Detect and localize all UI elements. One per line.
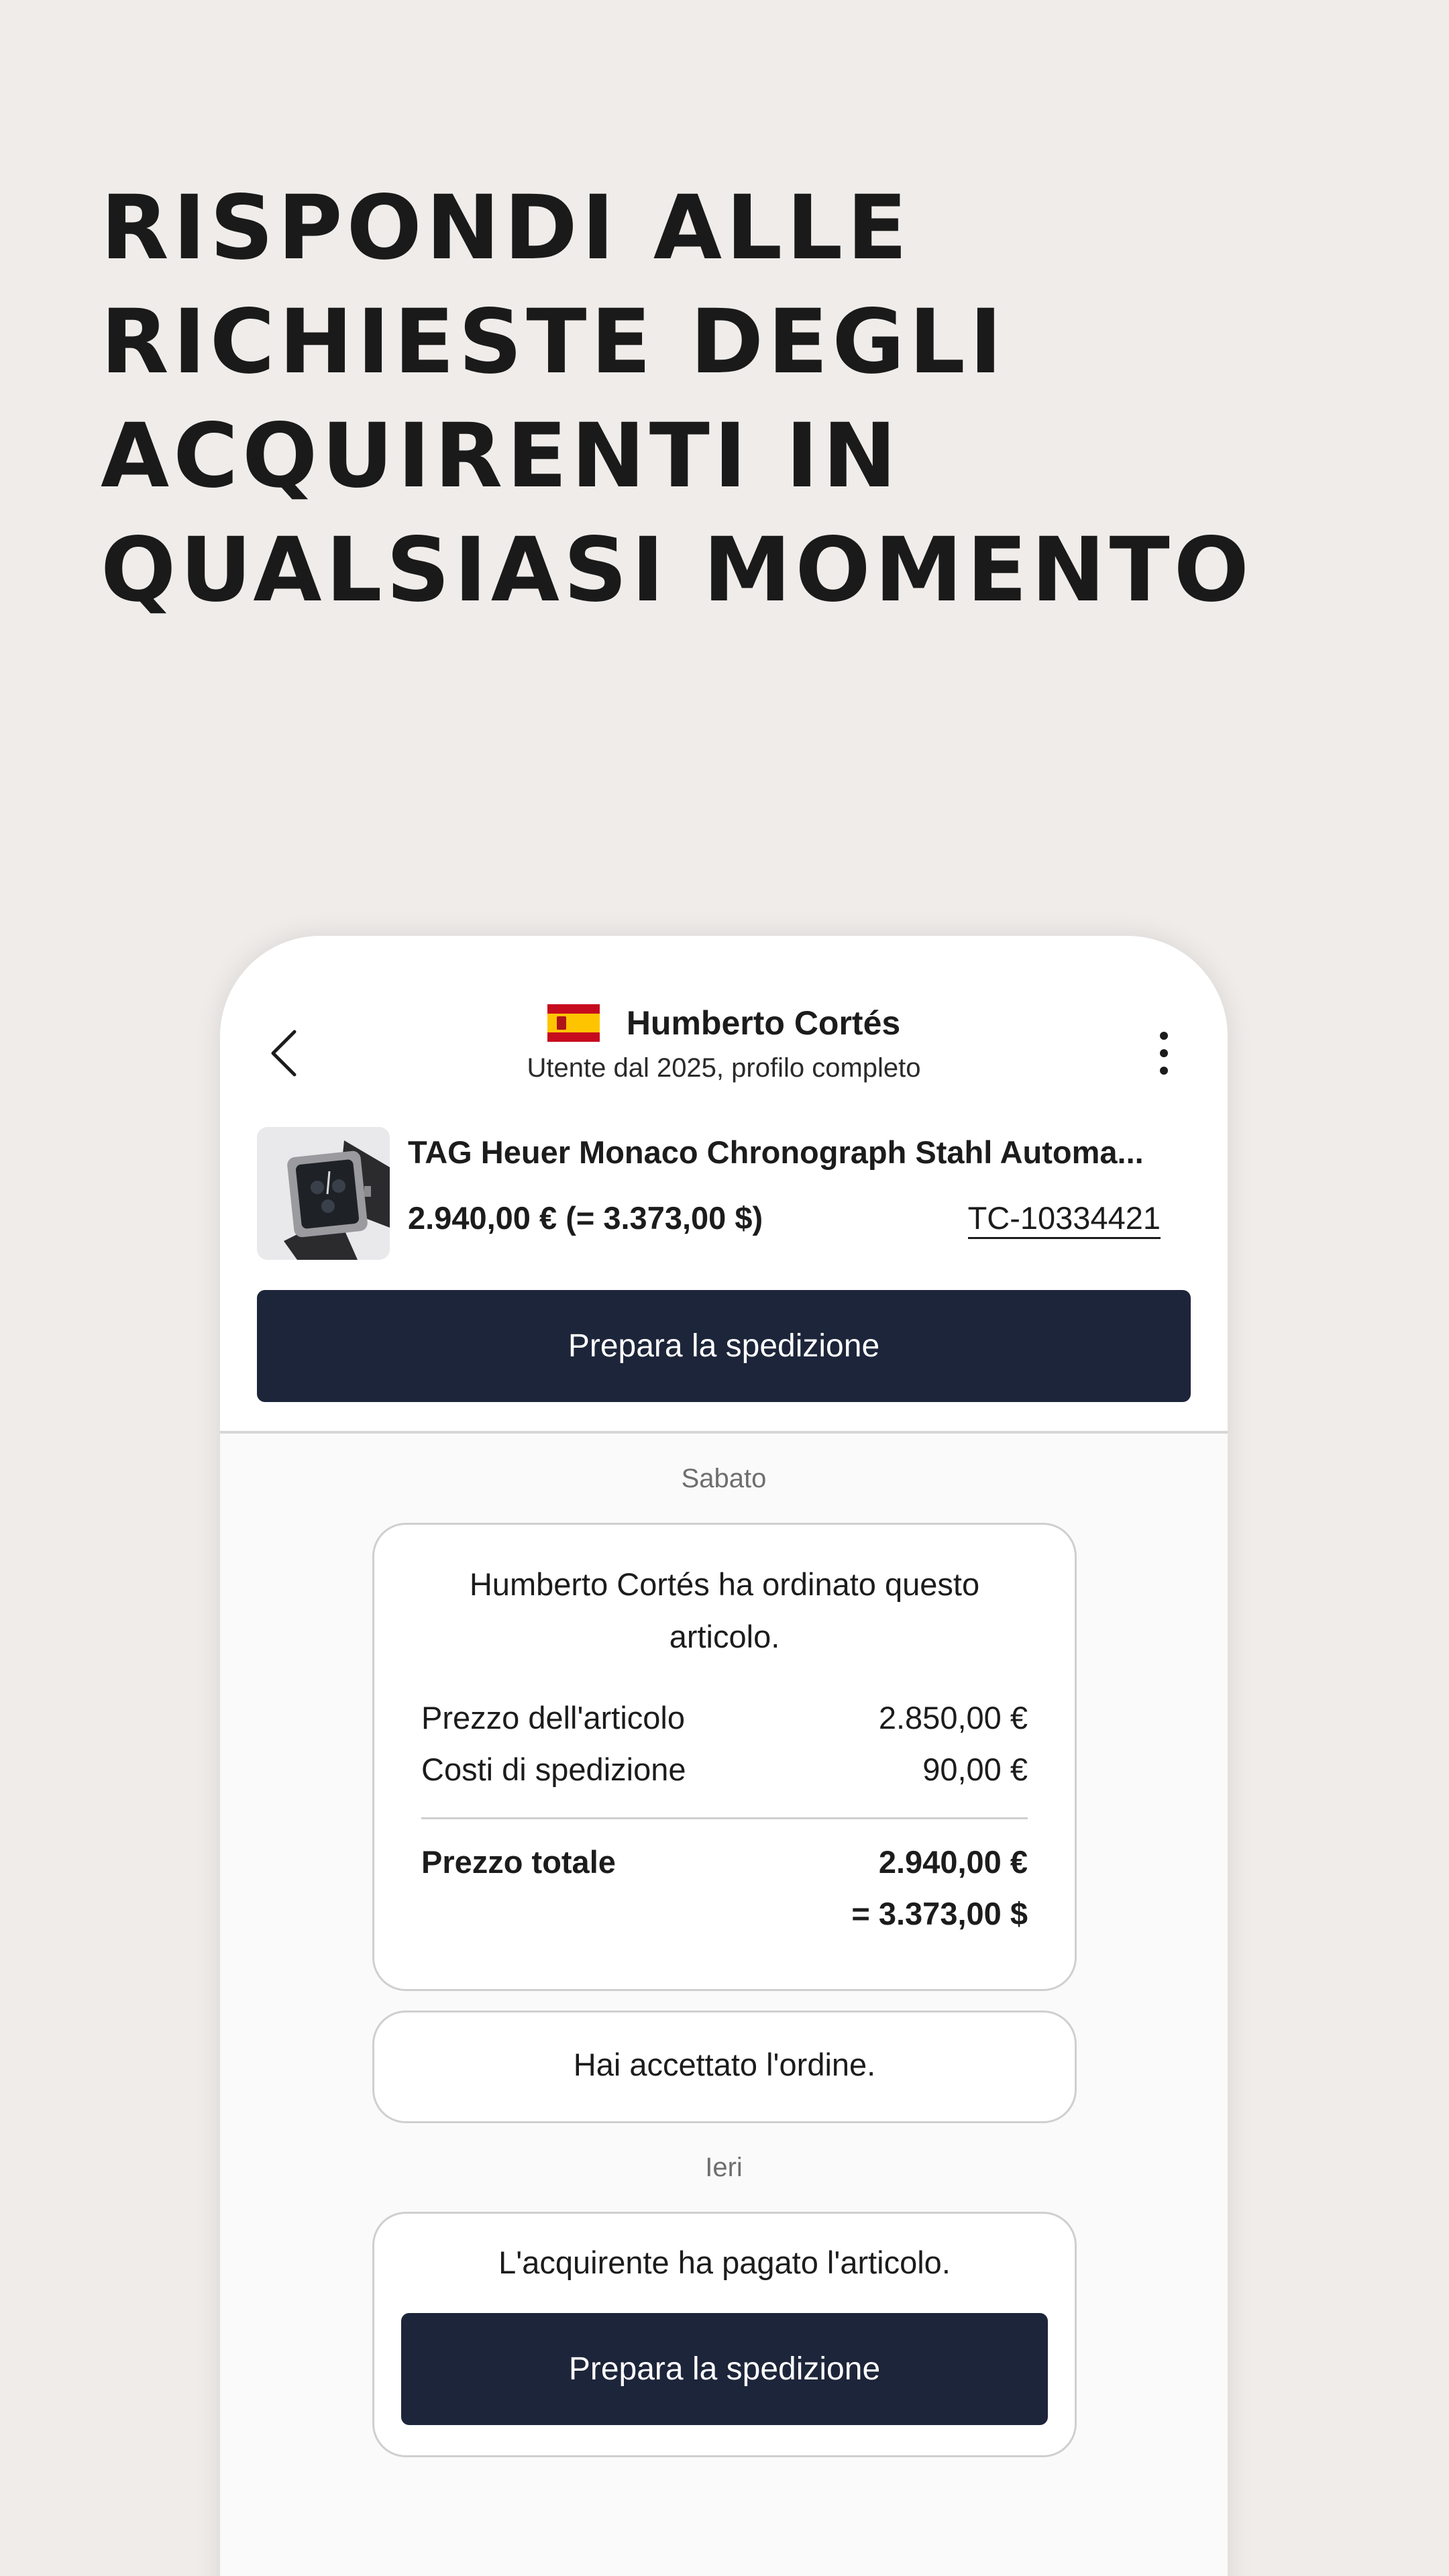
prepare-shipment-button[interactable]: Prepara la spedizione	[257, 1290, 1191, 1402]
accepted-order-text: Hai accettato l'ordine.	[573, 2047, 876, 2082]
accepted-order-message: Hai accettato l'ordine.	[372, 2010, 1077, 2123]
price-divider	[421, 1817, 1028, 1819]
product-reference-link[interactable]: TC-10334421	[967, 1199, 1161, 1239]
headline-line-2: RICHIESTE DEGLI	[101, 290, 1006, 394]
headline-line-3: ACQUIRENTI IN	[101, 405, 901, 508]
more-vertical-icon	[1160, 1032, 1168, 1040]
total-price-value: 2.940,00 €	[878, 1844, 1028, 1880]
watch-thumbnail	[257, 1127, 390, 1260]
date-separator-sabato: Sabato	[681, 1464, 767, 1493]
chat-area[interactable]: Sabato Humberto Cortés ha ordinato quest…	[220, 1434, 1228, 2576]
payment-received-card: L'acquirente ha pagato l'articolo. Prepa…	[372, 2212, 1077, 2457]
date-separator-ieri: Ieri	[705, 2153, 743, 2182]
promo-headline: RISPONDI ALLE RICHIESTE DEGLI ACQUIRENTI…	[101, 171, 1253, 627]
prepare-shipment-button-inline[interactable]: Prepara la spedizione	[401, 2313, 1048, 2425]
item-price-value: 2.850,00 €	[878, 1700, 1028, 1735]
shipping-cost-label: Costi di spedizione	[421, 1752, 686, 1787]
headline-line-4: QUALSIASI MOMENTO	[101, 519, 1253, 622]
screen: RISPONDI ALLE RICHIESTE DEGLI ACQUIRENTI…	[0, 0, 1449, 2576]
product-summary[interactable]: TAG Heuer Monaco Chronograph Stahl Autom…	[257, 1127, 1191, 1261]
conversation-header: Humberto Cortés Utente dal 2025, profilo…	[220, 936, 1228, 1432]
item-price-label: Prezzo dell'articolo	[421, 1700, 685, 1735]
more-options-button[interactable]	[1137, 1020, 1191, 1087]
total-price-label: Prezzo totale	[421, 1844, 616, 1880]
total-price-usd: = 3.373,00 $	[851, 1896, 1028, 1931]
payment-received-text: L'acquirente ha pagato l'articolo.	[498, 2245, 951, 2280]
user-name-row[interactable]: Humberto Cortés	[220, 996, 1228, 1050]
user-name: Humberto Cortés	[626, 1004, 901, 1042]
product-title: TAG Heuer Monaco Chronograph Stahl Autom…	[408, 1134, 1144, 1170]
phone-frame: Humberto Cortés Utente dal 2025, profilo…	[220, 936, 1228, 2576]
user-subtitle: Utente dal 2025, profilo completo	[527, 1053, 921, 1083]
shipping-cost-value: 90,00 €	[922, 1752, 1028, 1787]
spain-flag-icon	[547, 1004, 600, 1042]
order-message: Humberto Cortés ha ordinato questo artic…	[469, 1566, 980, 1654]
item-price-row: Prezzo dell'articolo 2.850,00 €	[421, 1699, 1028, 1736]
order-summary-card: Humberto Cortés ha ordinato questo artic…	[372, 1523, 1077, 1991]
product-price: 2.940,00 € (= 3.373,00 $)	[408, 1200, 763, 1236]
watch-image-icon	[257, 1127, 390, 1260]
shipping-cost-row: Costi di spedizione 90,00 €	[421, 1751, 1028, 1788]
total-price-row: Prezzo totale 2.940,00 €	[421, 1843, 1028, 1880]
headline-line-1: RISPONDI ALLE	[101, 176, 912, 280]
